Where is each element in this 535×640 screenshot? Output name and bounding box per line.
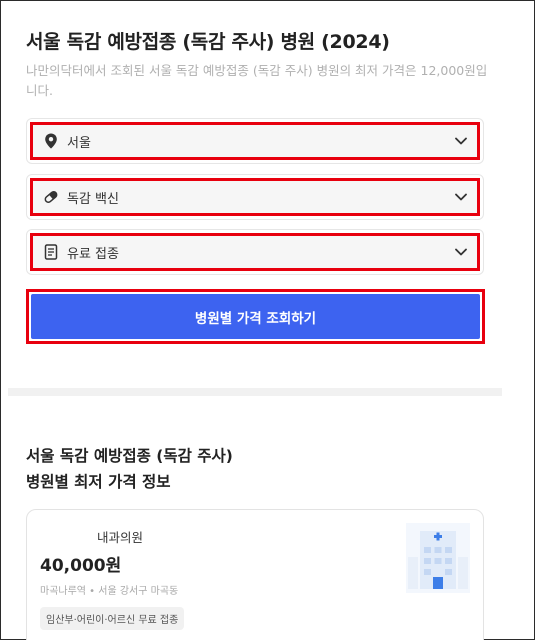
chevron-down-icon (453, 244, 469, 260)
search-price-button[interactable]: 병원별 가격 조회하기 (31, 294, 480, 339)
results-section-title: 서울 독감 예방접종 (독감 주사) 병원별 최저 가격 정보 (26, 443, 233, 495)
vaccine-select-container: 독감 백신 (26, 174, 484, 220)
results-title-line2: 병원별 최저 가격 정보 (26, 473, 171, 491)
page-description: 나만의닥터에서 조회된 서울 독감 예방접종 (독감 주사) 병원의 최저 가격… (26, 63, 488, 98)
region-select-value: 서울 (67, 135, 91, 151)
vaccine-select-value: 독감 백신 (67, 191, 119, 207)
chevron-down-icon (453, 189, 469, 205)
payment-select-container: 유료 접종 (26, 229, 484, 275)
hospital-name: 내과의원 (97, 530, 144, 545)
hospital-price: 40,000원 (40, 556, 122, 576)
hospital-location: 마곡나루역 • 서울 강서구 마곡동 (40, 586, 179, 597)
payment-select[interactable]: 유료 접종 (30, 233, 480, 271)
payment-select-value: 유료 접종 (67, 246, 119, 262)
hospital-tag-badge: 임산부·어린이·어르신 무료 접종 (40, 607, 185, 630)
search-button-highlight: 병원별 가격 조회하기 (26, 289, 485, 344)
results-title-line1: 서울 독감 예방접종 (독감 주사) (26, 447, 233, 465)
page-title: 서울 독감 예방접종 (독감 주사) 병원 (2024) (26, 31, 390, 53)
hospital-card[interactable]: 내과의원 40,000원 마곡나루역 • 서울 강서구 마곡동 임산부·어린이·… (26, 509, 484, 640)
region-select-container: 서울 (26, 118, 484, 164)
pill-capsule-icon (43, 189, 59, 205)
document-icon (43, 244, 59, 260)
region-select[interactable]: 서울 (30, 122, 480, 160)
hospital-building-icon (406, 523, 470, 593)
vaccine-select[interactable]: 독감 백신 (30, 178, 480, 216)
section-divider (8, 388, 502, 396)
location-pin-icon (43, 133, 59, 149)
chevron-down-icon (453, 133, 469, 149)
